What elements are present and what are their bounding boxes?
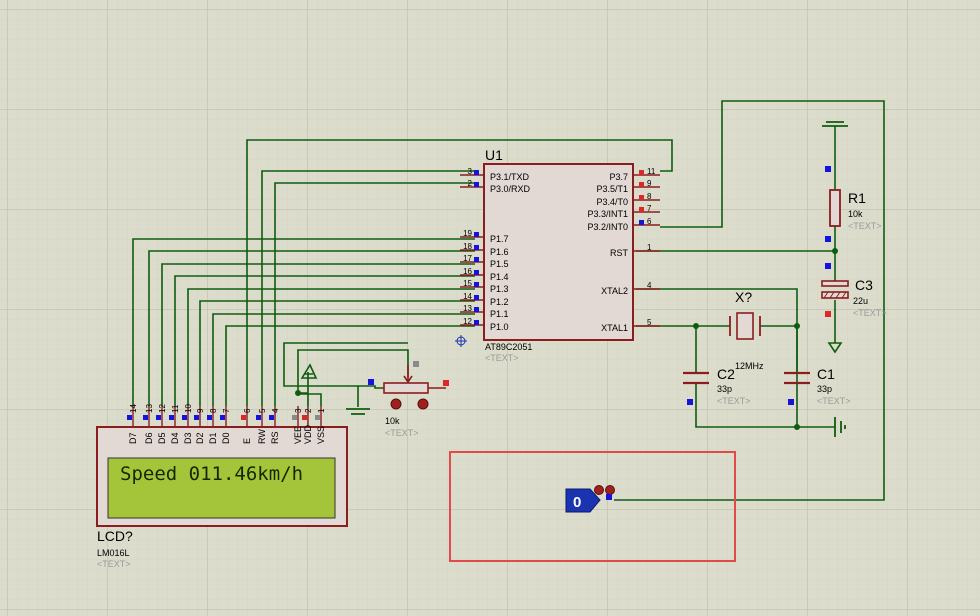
u1-pin-number: 8: [647, 192, 652, 201]
u1-pin-number: 12: [463, 317, 472, 326]
c1-text-tag: <TEXT>: [817, 396, 851, 406]
c2-value: 33p: [717, 384, 732, 394]
u1-pin-label: P3.3/INT1: [587, 209, 628, 219]
u1-microcontroller[interactable]: U1 AT89C2051 <TEXT> 3P3.1/TXD2P3.0/RXD19…: [460, 147, 660, 363]
crystal-value: 12MHz: [735, 361, 764, 371]
u1-pin-label: P1.2: [490, 297, 509, 307]
lcd-text-tag: <TEXT>: [97, 559, 131, 569]
u1-pin-number: 14: [463, 292, 472, 301]
u1-pin-label: P1.6: [490, 247, 509, 257]
u1-pin-number: 16: [463, 267, 472, 276]
pot-increase-button[interactable]: [417, 398, 429, 410]
lcd-pin-vdd[interactable]: 2 VDD: [302, 406, 313, 444]
lcd-pin-number: 7: [222, 408, 231, 413]
u1-pin-label: P1.5: [490, 259, 509, 269]
lcd-pin-label: D1: [208, 432, 218, 444]
lcd-pin-number: 12: [158, 404, 167, 413]
u1-pin-label: XTAL2: [601, 286, 628, 296]
lcd-pin-label: D7: [128, 432, 138, 444]
c3-value: 22u: [853, 296, 868, 306]
lcd-part: LM016L: [97, 548, 130, 558]
u1-pin-label: P3.7: [609, 172, 628, 182]
lcd-pin-number: 2: [304, 408, 313, 413]
lcd-pin-number: 8: [209, 408, 218, 413]
u1-text-tag: <TEXT>: [485, 353, 519, 363]
pot-value: 10k: [385, 416, 400, 426]
u1-pin-number: 13: [463, 304, 472, 313]
r1-text-tag: <TEXT>: [848, 221, 882, 231]
u1-pin-label: P1.1: [490, 309, 509, 319]
u1-pin-label: P3.2/INT0: [587, 222, 628, 232]
u1-pin-number: 5: [647, 318, 652, 327]
c1-value: 33p: [817, 384, 832, 394]
logic-probe-value: 0: [573, 494, 581, 511]
lcd-pin-number: 4: [271, 408, 280, 413]
lcd-pin-label: VEE: [293, 426, 303, 444]
lcd-pin-label: D3: [183, 432, 193, 444]
u1-pin-label: P3.1/TXD: [490, 172, 530, 182]
c2-ref: C2: [717, 366, 735, 382]
lcd-display-text: Speed 011.46km/h: [120, 463, 303, 485]
lcd-pin-number: 1: [317, 408, 326, 413]
lcd-pin-label: D0: [221, 432, 231, 444]
u1-pin-label: RST: [610, 248, 629, 258]
u1-pin-label: P3.0/RXD: [490, 184, 531, 194]
lcd-pin-number: 5: [258, 408, 267, 413]
lcd-pin-number: 3: [294, 408, 303, 413]
u1-pin-number: 7: [647, 204, 652, 213]
u1-ref: U1: [485, 147, 503, 163]
r1-ref: R1: [848, 190, 866, 206]
u1-pin-number: 9: [647, 179, 652, 188]
c2-text-tag: <TEXT>: [717, 396, 751, 406]
c3-ref: C3: [855, 277, 873, 293]
u1-pin-number: 11: [647, 167, 656, 176]
pot-text-tag: <TEXT>: [385, 428, 419, 438]
lcd-pin-label: D6: [144, 432, 154, 444]
u1-pin-number: 1: [647, 243, 652, 252]
lcd-pin-label: RW: [257, 429, 267, 444]
lcd-pin-label: RS: [270, 431, 280, 444]
crystal-ref: X?: [735, 289, 752, 305]
pot-decrease-button[interactable]: [390, 398, 402, 410]
u1-pin-number: 6: [647, 217, 652, 226]
lcd-pin-label: D5: [157, 432, 167, 444]
u1-pin-label: P1.3: [490, 284, 509, 294]
lcd-ref: LCD?: [97, 528, 133, 544]
u1-pin-number: 19: [463, 229, 472, 238]
u1-pin-label: XTAL1: [601, 323, 628, 333]
u1-pin-number: 2: [468, 179, 473, 188]
u1-part: AT89C2051: [485, 342, 532, 352]
u1-pin-number: 15: [463, 279, 472, 288]
u1-pin-label: P1.0: [490, 322, 509, 332]
lcd-pin-number: 11: [171, 404, 180, 413]
lcd-pin-number: 14: [129, 404, 138, 413]
u1-pin-number: 17: [463, 254, 472, 263]
r1-value: 10k: [848, 209, 863, 219]
lcd-pin-number: 6: [243, 408, 252, 413]
u1-pin-number: 3: [468, 167, 473, 176]
u1-pin-label: P3.4/T0: [596, 197, 628, 207]
lcd-pin-label: VSS: [316, 426, 326, 444]
lcd-pin-label: E: [242, 438, 252, 444]
c1-ref: C1: [817, 366, 835, 382]
u1-pin-label: P1.7: [490, 234, 509, 244]
u1-pin-number: 4: [647, 281, 652, 290]
u1-pin-label: P1.4: [490, 272, 509, 282]
schematic-canvas[interactable]: U1 AT89C2051 <TEXT> 3P3.1/TXD2P3.0/RXD19…: [0, 0, 980, 616]
lcd-pin-label: D2: [195, 432, 205, 444]
lcd-pin-number: 10: [184, 404, 193, 413]
lcd-pin-number: 9: [196, 408, 205, 413]
c3-text-tag: <TEXT>: [853, 308, 887, 318]
u1-pin-number: 18: [463, 242, 472, 251]
u1-pin-label: P3.5/T1: [596, 184, 628, 194]
lcd-pin-number: 13: [145, 404, 154, 413]
lcd-pin-label: VDD: [303, 424, 313, 444]
lcd-pin-label: D4: [170, 432, 180, 444]
